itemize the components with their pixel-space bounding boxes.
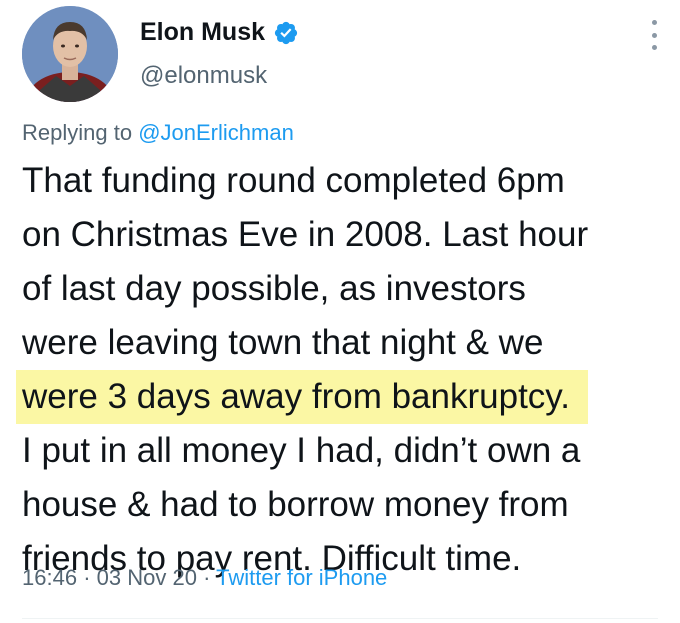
verified-badge-icon [273, 20, 299, 46]
tweet-text-line: of last day possible, as investors [22, 269, 526, 308]
highlighted-text: were 3 days away from bankruptcy. [16, 370, 588, 424]
tweet-text-line: house & had to borrow money from [22, 485, 569, 524]
avatar[interactable] [22, 6, 118, 102]
author-display-name[interactable]: Elon Musk [140, 18, 265, 47]
more-options-icon[interactable] [650, 20, 658, 50]
tweet-text-line: on Christmas Eve in 2008. Last hour [22, 215, 589, 254]
reply-mention-link[interactable]: @JonErlichman [138, 120, 294, 145]
tweet-text-line: I put in all money I had, didn’t own a [22, 431, 581, 470]
author-name-row: Elon Musk [140, 18, 299, 47]
meta-separator: · [203, 565, 211, 590]
tweet-source-link[interactable]: Twitter for iPhone [216, 565, 387, 590]
meta-separator: · [83, 565, 91, 590]
avatar-image [22, 6, 118, 102]
tweet-text-highlight-row: were 3 days away from bankruptcy. [16, 370, 672, 424]
tweet-time[interactable]: 16:46 [22, 565, 77, 590]
tweet-date[interactable]: 03 Nov 20 [97, 565, 197, 590]
author-handle[interactable]: @elonmusk [140, 62, 267, 90]
replying-to: Replying to @JonErlichman [22, 120, 294, 146]
divider [22, 618, 658, 619]
tweet-text: That funding round completed 6pm on Chri… [16, 154, 672, 586]
replying-prefix: Replying to [22, 120, 133, 145]
tweet-text-line: That funding round completed 6pm [22, 161, 565, 200]
tweet-text-line: were leaving town that night & we [22, 323, 544, 362]
tweet: Elon Musk @elonmusk Replying to @JonErli… [0, 0, 680, 623]
tweet-meta: 16:46 · 03 Nov 20 · Twitter for iPhone [22, 565, 387, 591]
